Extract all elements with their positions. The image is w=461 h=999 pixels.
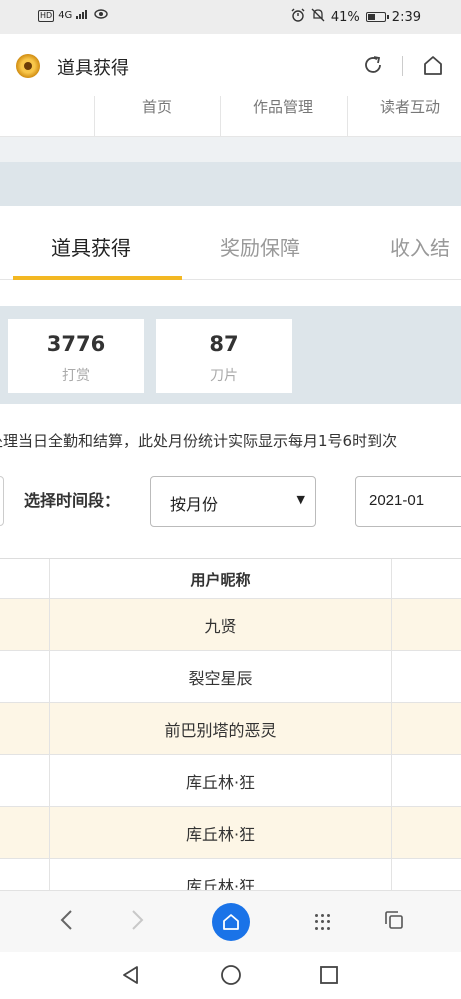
table-cell-nickname: 前巴别塔的恶灵	[50, 703, 392, 754]
table-row: 库丘林·狂	[0, 755, 461, 807]
period-label: 选择时间段：	[24, 491, 121, 510]
table-row: 裂空星辰	[0, 651, 461, 703]
stat-label: 打赏	[62, 368, 90, 384]
system-back-icon[interactable]	[120, 964, 142, 990]
battery-percent: 41%	[330, 9, 360, 25]
table-cell	[0, 599, 50, 650]
filter-edge-control[interactable]	[0, 476, 4, 526]
table-row: 前巴别塔的恶灵	[0, 703, 461, 755]
hd-badge: HD	[38, 9, 55, 22]
home-icon[interactable]	[422, 54, 444, 76]
nav-item-label: 作品管理	[253, 98, 314, 116]
mute-icon	[311, 8, 325, 26]
browser-toolbar	[0, 890, 461, 952]
nav-item-label: 读者互动	[380, 98, 441, 116]
table-cell-nickname: 库丘林·狂	[50, 755, 392, 806]
table-cell	[0, 859, 50, 890]
network-badge: 4G	[58, 10, 73, 21]
stat-label: 刀片	[210, 368, 238, 384]
month-input-value: 2021-01	[369, 492, 425, 509]
filter-row: 选择时间段： 按月份 ▼ 2021-01	[0, 476, 461, 528]
period-select[interactable]: 按月份 ▼	[150, 476, 316, 527]
menu-grid-icon[interactable]	[315, 914, 331, 930]
page-title: 道具获得	[57, 58, 129, 79]
system-home-icon[interactable]	[219, 963, 243, 991]
nav-item-works[interactable]: 作品管理	[220, 96, 347, 136]
home-icon	[223, 914, 239, 930]
table-row: 库丘林·狂	[0, 859, 461, 890]
forward-icon[interactable]	[122, 905, 152, 935]
table-cell	[0, 651, 50, 702]
table-cell	[0, 703, 50, 754]
status-bar: HD 4G 41% 2:39	[0, 0, 461, 34]
notice-text: 处理当日全勤和结算，此处月份统计实际显示每月1号6时到次	[0, 430, 461, 454]
status-right: 41% 2:39	[291, 8, 421, 26]
nav-item-label: 首页	[142, 98, 173, 116]
table-header-row: 用户昵称	[0, 559, 461, 599]
eye-comfort-icon	[94, 9, 109, 22]
table-cell-nickname: 库丘林·狂	[50, 807, 392, 858]
nav-item-home[interactable]: 首页	[94, 96, 220, 136]
reload-icon[interactable]	[362, 54, 384, 81]
browser-header: 道具获得	[0, 34, 461, 96]
battery-icon	[365, 12, 389, 22]
clock: 2:39	[391, 9, 421, 25]
table-cell-nickname: 九贤	[50, 599, 392, 650]
stats-panel: 3776 打赏 87 刀片	[0, 306, 461, 404]
table-cell	[0, 807, 50, 858]
home-button[interactable]	[212, 903, 250, 941]
tab-bar: 道具获得 奖励保障 收入结	[0, 206, 461, 280]
site-nav: 首页 作品管理 读者互动	[0, 96, 461, 136]
signal-icon	[76, 9, 90, 22]
table-header-nickname: 用户昵称	[50, 559, 392, 598]
status-left: HD 4G	[38, 9, 109, 22]
tab-items[interactable]: 道具获得	[51, 232, 131, 261]
table-cell	[0, 755, 50, 806]
tab-income[interactable]: 收入结	[390, 232, 450, 261]
tab-rewards[interactable]: 奖励保障	[220, 232, 300, 261]
stat-value: 3776	[46, 332, 106, 356]
stat-value: 87	[209, 332, 239, 356]
back-icon[interactable]	[52, 905, 82, 935]
table-row: 九贤	[0, 599, 461, 651]
section-banner	[0, 162, 461, 206]
period-select-value: 按月份	[170, 495, 219, 514]
stat-card-blades: 87 刀片	[156, 319, 292, 393]
dropdown-arrow-icon: ▼	[296, 493, 305, 506]
stat-card-tips: 3776 打赏	[8, 319, 144, 393]
active-tab-indicator	[13, 276, 182, 280]
notice-line: 处理当日全勤和结算，此处月份统计实际显示每月1号6时到次	[0, 432, 398, 450]
alarm-icon	[291, 8, 305, 26]
records-table: 用户昵称 九贤 裂空星辰 前巴别塔的恶灵 库丘林·狂 库丘林·狂 库丘林·狂	[0, 558, 461, 890]
header-divider	[402, 56, 403, 76]
table-cell-nickname: 库丘林·狂	[50, 859, 392, 890]
divider-strip	[0, 136, 461, 162]
table-row: 库丘林·狂	[0, 807, 461, 859]
battery-fill	[367, 14, 376, 20]
table-header-cell	[0, 559, 50, 598]
system-recents-icon[interactable]	[318, 964, 340, 990]
table-cell-nickname: 裂空星辰	[50, 651, 392, 702]
system-nav-bar	[0, 952, 461, 999]
month-input[interactable]: 2021-01	[355, 476, 461, 527]
site-logo-icon	[16, 54, 40, 78]
tabs-icon[interactable]	[385, 911, 403, 929]
nav-item-reader[interactable]: 读者互动	[347, 96, 461, 136]
